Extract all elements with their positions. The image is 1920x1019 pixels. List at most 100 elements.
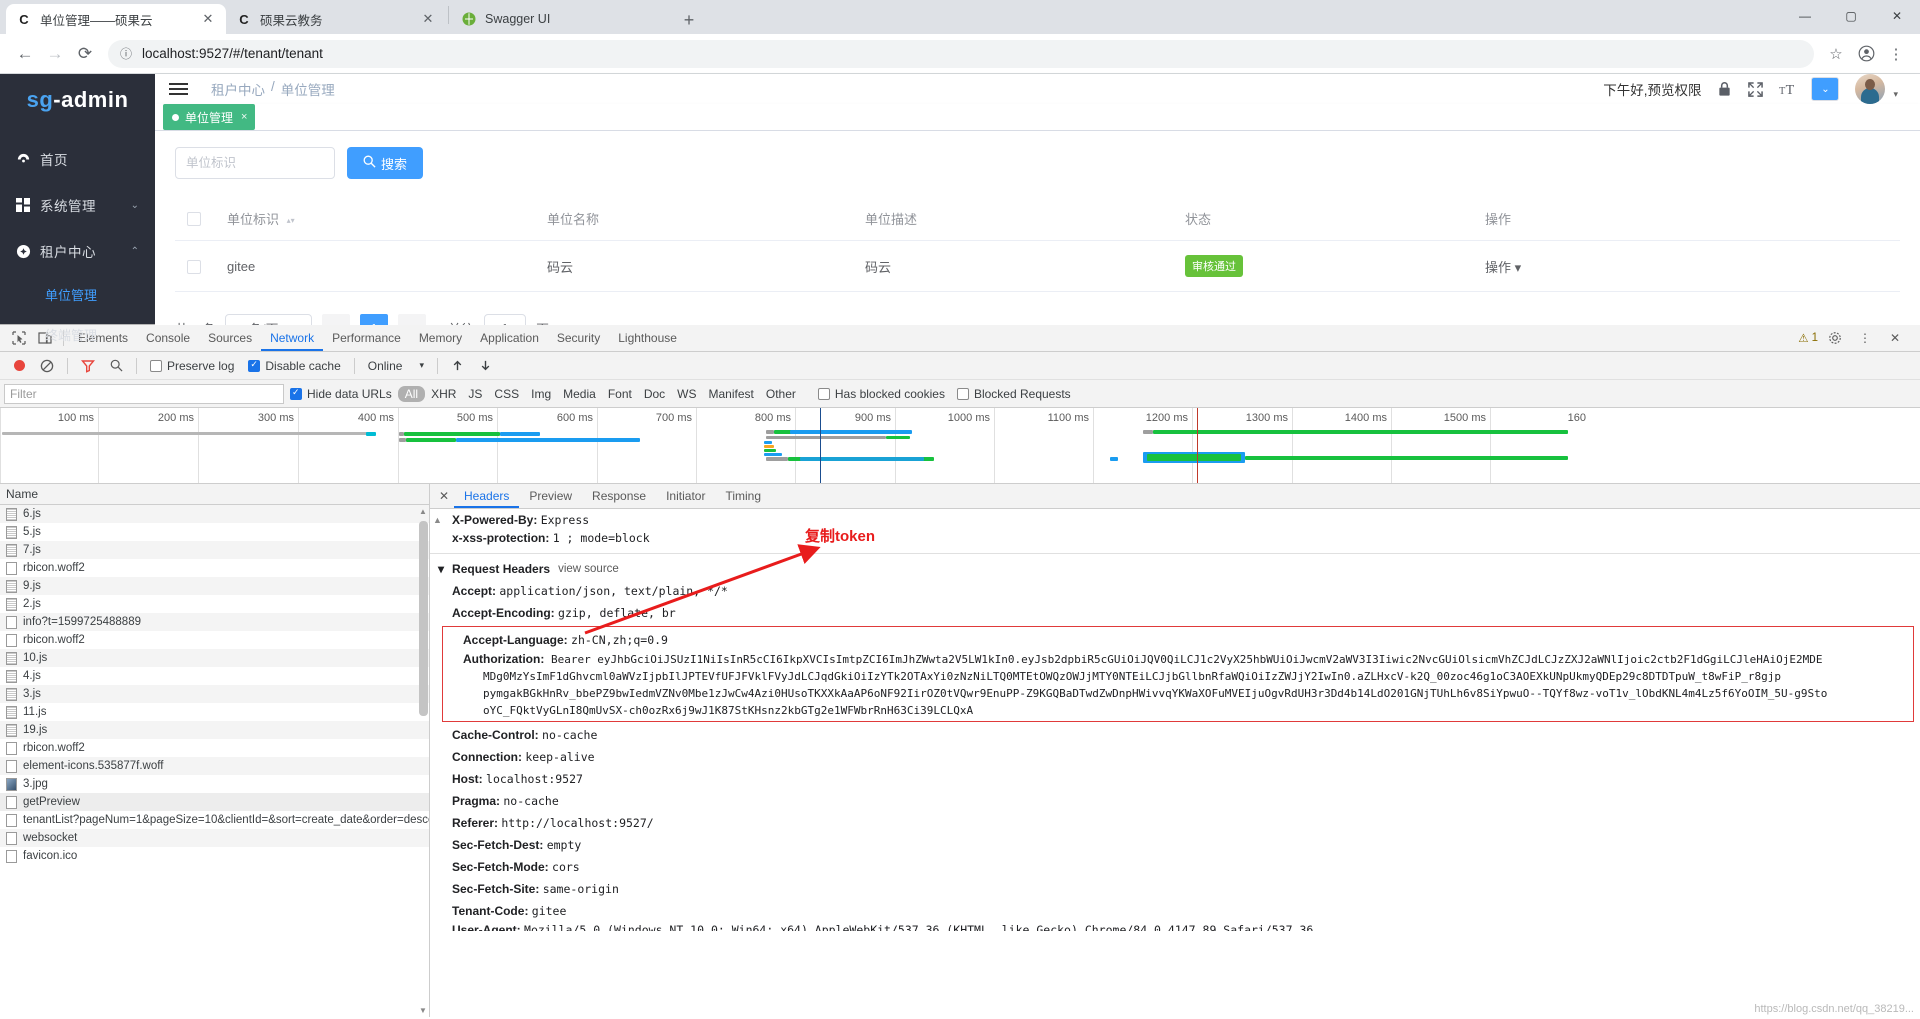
list-item[interactable]: 2.js bbox=[0, 595, 429, 613]
preserve-log-checkbox[interactable] bbox=[150, 359, 162, 372]
blocked-requests-toggle[interactable]: Blocked Requests bbox=[951, 387, 1077, 401]
sidebar-item-home[interactable]: 首页 bbox=[0, 136, 155, 182]
search-input[interactable] bbox=[175, 147, 335, 179]
list-item[interactable]: info?t=1599725488889 bbox=[0, 613, 429, 631]
browser-tab-0[interactable]: C 单位管理——硕果云 ✕ bbox=[6, 4, 226, 34]
devtools-tab-sources[interactable]: Sources bbox=[199, 325, 261, 351]
reload-icon[interactable]: ⟳ bbox=[70, 39, 100, 69]
browser-tab-1[interactable]: C 硕果云教务 ✕ bbox=[226, 4, 446, 34]
filter-type-img[interactable]: Img bbox=[525, 387, 557, 401]
filter-type-manifest[interactable]: Manifest bbox=[703, 387, 760, 401]
tag-close-icon[interactable]: × bbox=[241, 111, 247, 123]
list-item[interactable]: 4.js bbox=[0, 667, 429, 685]
column-header-code[interactable]: 单位标识 ▴▾ bbox=[227, 197, 547, 241]
devtools-tab-performance[interactable]: Performance bbox=[323, 325, 410, 351]
name-column-header[interactable]: Name bbox=[0, 484, 429, 505]
list-item[interactable]: tenantList?pageNum=1&pageSize=10&clientI… bbox=[0, 811, 429, 829]
back-icon[interactable]: ← bbox=[10, 39, 40, 69]
has-blocked-cookies-checkbox[interactable] bbox=[817, 387, 830, 400]
detail-tab-timing[interactable]: Timing bbox=[715, 484, 771, 508]
detail-tab-headers[interactable]: Headers bbox=[454, 484, 519, 508]
list-item[interactable]: 5.js bbox=[0, 523, 429, 541]
bookmark-star-icon[interactable]: ☆ bbox=[1822, 40, 1850, 68]
preserve-log-toggle[interactable]: Preserve log bbox=[144, 359, 240, 373]
headers-content[interactable]: ▲ X-Powered-By: Express x-xss-protection… bbox=[430, 509, 1920, 1017]
window-maximize-button[interactable]: ▢ bbox=[1828, 0, 1874, 32]
more-icon[interactable]: ⋮ bbox=[1852, 326, 1878, 350]
table-row[interactable]: gitee 码云 码云 审核通过 操作 ▾ bbox=[175, 240, 1900, 292]
list-item[interactable]: getPreview bbox=[0, 793, 429, 811]
filter-type-media[interactable]: Media bbox=[557, 387, 602, 401]
filter-type-ws[interactable]: WS bbox=[671, 387, 702, 401]
list-item[interactable]: element-icons.535877f.woff bbox=[0, 757, 429, 775]
list-item[interactable]: 3.jpg bbox=[0, 775, 429, 793]
disable-cache-checkbox[interactable] bbox=[248, 359, 261, 372]
fullscreen-icon[interactable] bbox=[1748, 81, 1764, 97]
list-item[interactable]: rbicon.woff2 bbox=[0, 559, 429, 577]
sidebar-subitem-terminal-management[interactable]: 终端管理 bbox=[0, 314, 155, 354]
has-blocked-cookies-toggle[interactable]: Has blocked cookies bbox=[812, 387, 951, 401]
tab-close-icon[interactable]: ✕ bbox=[420, 11, 436, 27]
cell-action[interactable]: 操作 ▾ bbox=[1485, 240, 1900, 292]
network-overview-timeline[interactable]: 100 ms 200 ms 300 ms 400 ms 500 ms 600 m… bbox=[0, 408, 1920, 484]
list-item[interactable]: 7.js bbox=[0, 541, 429, 559]
blocked-requests-checkbox[interactable] bbox=[956, 387, 969, 400]
close-icon[interactable]: ✕ bbox=[434, 489, 454, 503]
list-item[interactable]: 9.js bbox=[0, 577, 429, 595]
sidebar-item-tenant[interactable]: 租户中心 ⌃ bbox=[0, 228, 155, 274]
address-bar[interactable]: ⓘ localhost:9527/#/tenant/tenant bbox=[108, 39, 1814, 68]
list-item[interactable]: favicon.ico bbox=[0, 847, 429, 865]
filter-type-doc[interactable]: Doc bbox=[638, 387, 671, 401]
hide-data-urls-toggle[interactable]: Hide data URLs bbox=[284, 387, 398, 401]
collapse-icon[interactable]: ▾ bbox=[438, 562, 444, 576]
search-button[interactable]: 搜索 bbox=[347, 147, 424, 179]
filter-type-js[interactable]: JS bbox=[462, 387, 488, 401]
list-item[interactable]: 10.js bbox=[0, 649, 429, 667]
hide-data-urls-checkbox[interactable] bbox=[290, 387, 302, 400]
chevron-down-icon[interactable]: ▾ bbox=[1893, 89, 1898, 100]
devtools-tab-network[interactable]: Network bbox=[261, 325, 323, 351]
menu-icon[interactable] bbox=[169, 83, 199, 95]
disable-cache-toggle[interactable]: Disable cache bbox=[242, 359, 346, 373]
request-list-scrollbar[interactable]: ▲ ▼ bbox=[419, 507, 428, 1015]
filter-type-xhr[interactable]: XHR bbox=[425, 387, 462, 401]
record-icon[interactable] bbox=[6, 354, 32, 378]
devtools-tab-memory[interactable]: Memory bbox=[410, 325, 471, 351]
sort-icon[interactable]: ▴▾ bbox=[287, 217, 295, 225]
new-tab-button[interactable]: + bbox=[675, 6, 703, 34]
tab-close-icon[interactable]: ✕ bbox=[200, 11, 216, 27]
devtools-tab-security[interactable]: Security bbox=[548, 325, 609, 351]
list-item[interactable]: rbicon.woff2 bbox=[0, 631, 429, 649]
sidebar-subitem-unit-management[interactable]: 单位管理 bbox=[0, 274, 155, 314]
lock-icon[interactable] bbox=[1717, 81, 1732, 97]
throttling-select[interactable]: Online ▾ bbox=[362, 359, 430, 373]
request-list[interactable]: 6.js 5.js 7.js rbicon.woff2 9.js 2.js in… bbox=[0, 505, 429, 1017]
breadcrumb-item-0[interactable]: 租户中心 bbox=[211, 79, 265, 99]
forward-icon[interactable]: → bbox=[40, 39, 70, 69]
window-minimize-button[interactable]: — bbox=[1782, 0, 1828, 32]
site-info-icon[interactable]: ⓘ bbox=[120, 45, 132, 62]
list-item[interactable]: rbicon.woff2 bbox=[0, 739, 429, 757]
search-icon[interactable] bbox=[103, 354, 129, 378]
import-icon[interactable] bbox=[445, 354, 471, 378]
list-item[interactable]: 11.js bbox=[0, 703, 429, 721]
browser-menu-icon[interactable]: ⋮ bbox=[1882, 40, 1910, 68]
sidebar-item-system[interactable]: 系统管理 ⌄ bbox=[0, 182, 155, 228]
gear-icon[interactable] bbox=[1822, 326, 1848, 350]
list-item[interactable]: 19.js bbox=[0, 721, 429, 739]
profile-icon[interactable] bbox=[1852, 40, 1880, 68]
detail-tab-initiator[interactable]: Initiator bbox=[656, 484, 715, 508]
list-item[interactable]: websocket bbox=[0, 829, 429, 847]
detail-tab-preview[interactable]: Preview bbox=[519, 484, 582, 508]
avatar[interactable] bbox=[1855, 74, 1886, 104]
filter-icon[interactable] bbox=[75, 354, 101, 378]
devtools-tab-lighthouse[interactable]: Lighthouse bbox=[609, 325, 686, 351]
export-icon[interactable] bbox=[473, 354, 499, 378]
window-close-button[interactable]: ✕ bbox=[1874, 0, 1920, 32]
devtools-tab-application[interactable]: Application bbox=[471, 325, 548, 351]
clear-icon[interactable] bbox=[34, 354, 60, 378]
filter-input[interactable]: Filter bbox=[4, 383, 284, 404]
font-size-icon[interactable]: TT bbox=[1779, 82, 1796, 97]
language-dropdown-button[interactable]: ⌄ bbox=[1811, 77, 1840, 101]
browser-tab-2[interactable]: Swagger UI bbox=[451, 4, 671, 34]
